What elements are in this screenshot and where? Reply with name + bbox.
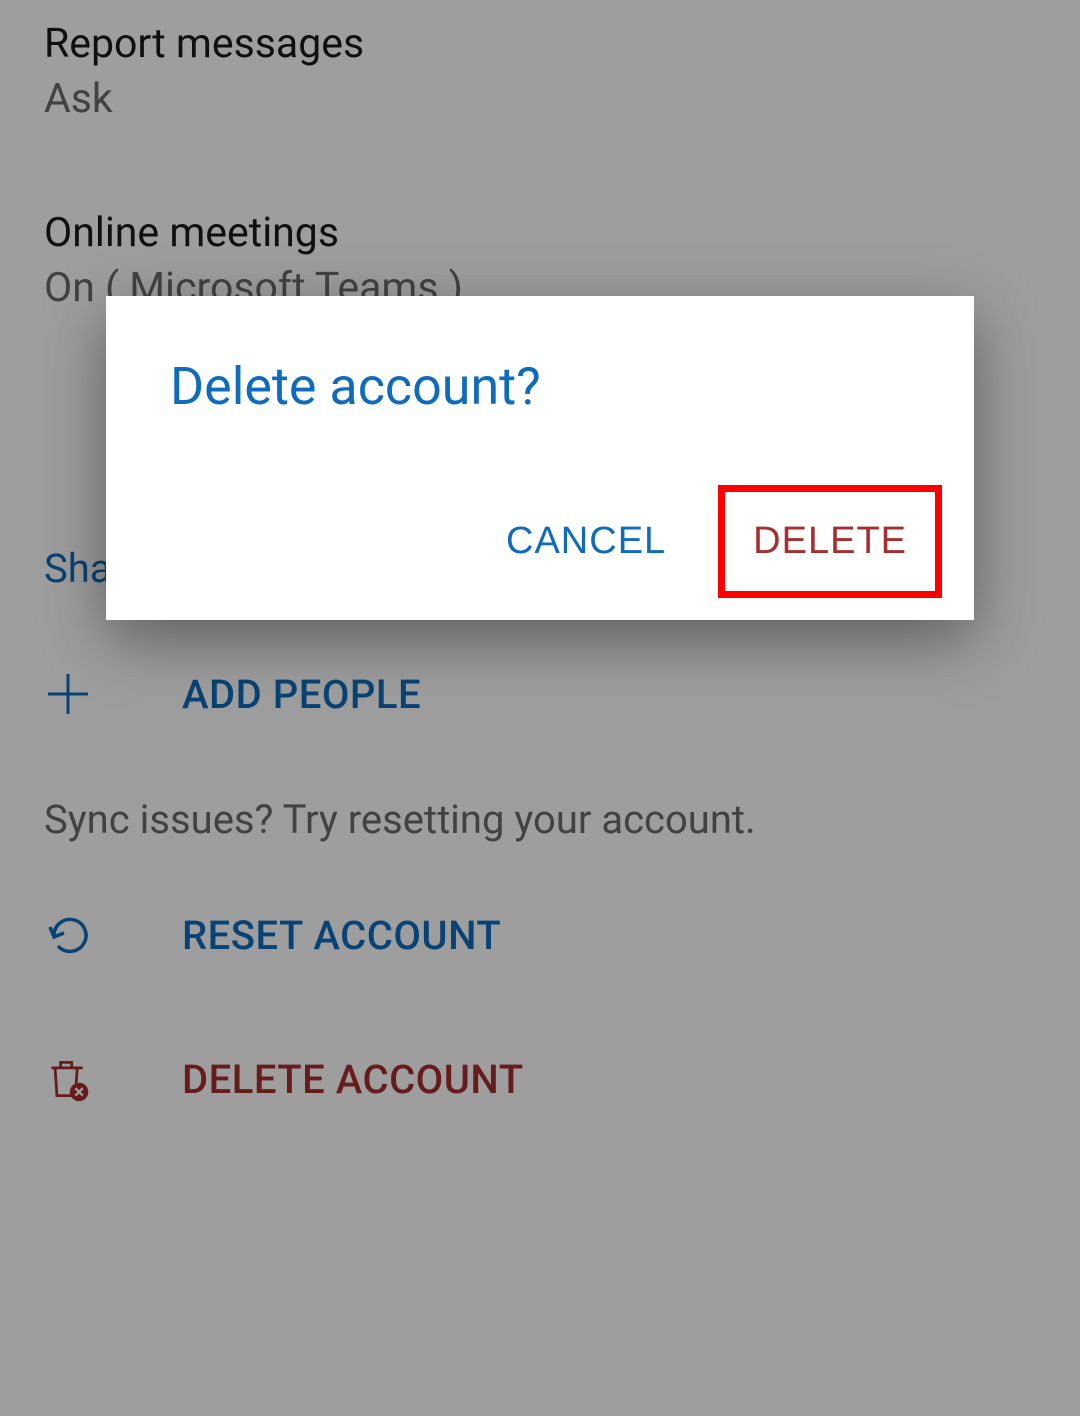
delete-button[interactable]: DELETE [725,492,935,591]
dialog-actions: CANCEL DELETE [170,485,942,598]
delete-account-dialog: Delete account? CANCEL DELETE [106,296,974,620]
cancel-button[interactable]: CANCEL [484,500,688,583]
dialog-title: Delete account? [170,356,942,417]
highlight-annotation: DELETE [718,485,942,598]
modal-overlay[interactable]: Delete account? CANCEL DELETE [0,0,1080,1416]
